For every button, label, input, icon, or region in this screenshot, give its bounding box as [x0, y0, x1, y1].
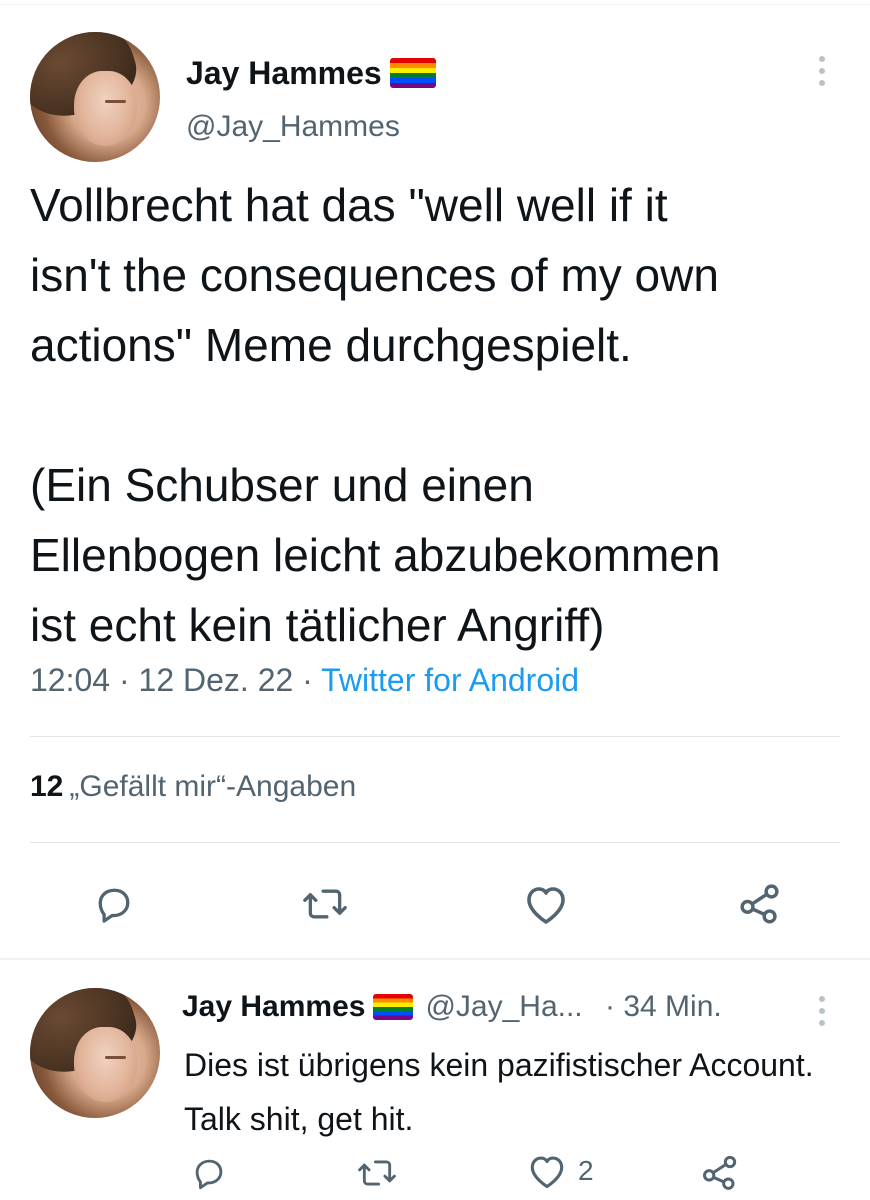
reply-icon [98, 888, 130, 923]
share-icon [703, 1155, 737, 1190]
tweet-source-link[interactable]: Twitter for Android [321, 662, 579, 698]
author-name-text: Jay Hammes [186, 55, 382, 91]
reply-reply-button[interactable] [190, 1154, 228, 1192]
reply-author-name[interactable]: Jay Hammes [182, 990, 365, 1023]
tweet-text: Vollbrecht hat das "well well if it isn'… [30, 179, 721, 651]
share-button[interactable] [736, 880, 784, 926]
retweet-icon [358, 1160, 396, 1186]
reply-time[interactable]: 34 Min. [623, 990, 721, 1023]
retweet-icon [303, 889, 347, 919]
avatar[interactable] [30, 32, 160, 162]
reply-author-handle[interactable]: @Jay_Ha... [425, 990, 582, 1023]
reply-share-button[interactable] [700, 1152, 740, 1192]
like-button[interactable] [522, 882, 570, 926]
reply-like-count: 2 [578, 1155, 594, 1186]
divider [30, 736, 840, 737]
like-icon [530, 1156, 564, 1189]
share-icon [740, 884, 779, 924]
author-handle[interactable]: @Jay_Hammes [186, 110, 400, 144]
divider [0, 958, 870, 960]
likes-count: 12 [30, 770, 64, 803]
tweet-time[interactable]: 12:04 [30, 662, 110, 698]
tweet-date[interactable]: 12 Dez. 22 [139, 662, 294, 698]
likes-label: „Gefällt mir“-Angaben [69, 770, 357, 803]
reply-text: Dies ist übrigens kein pazifistischer Ac… [184, 1047, 814, 1137]
retweet-button[interactable] [300, 882, 350, 926]
like-icon [527, 887, 565, 924]
rainbow-flag-icon [389, 58, 436, 88]
top-divider [0, 4, 870, 5]
reply-like-button[interactable]: 2 [526, 1152, 594, 1190]
reply-retweet-button[interactable] [356, 1154, 398, 1192]
divider [30, 842, 840, 843]
likes-summary[interactable]: 12 „Gefällt mir“-Angaben [30, 770, 356, 804]
meta-separator: · [118, 662, 130, 698]
reply-avatar[interactable] [30, 988, 160, 1118]
reply-header: Jay Hammes @Jay_Ha... · 34 Min. [182, 990, 722, 1024]
rainbow-flag-icon [373, 994, 414, 1020]
more-options-icon[interactable] [818, 56, 826, 86]
reply-icon [195, 1159, 223, 1190]
reply-separator: · [605, 990, 615, 1023]
reply-more-options-icon[interactable] [818, 996, 826, 1026]
reply-button[interactable] [92, 882, 136, 926]
author-name[interactable]: Jay Hammes [186, 55, 436, 92]
meta-separator: · [302, 662, 313, 698]
tweet-meta: 12:04 · 12 Dez. 22 · Twitter for Android [30, 662, 579, 699]
